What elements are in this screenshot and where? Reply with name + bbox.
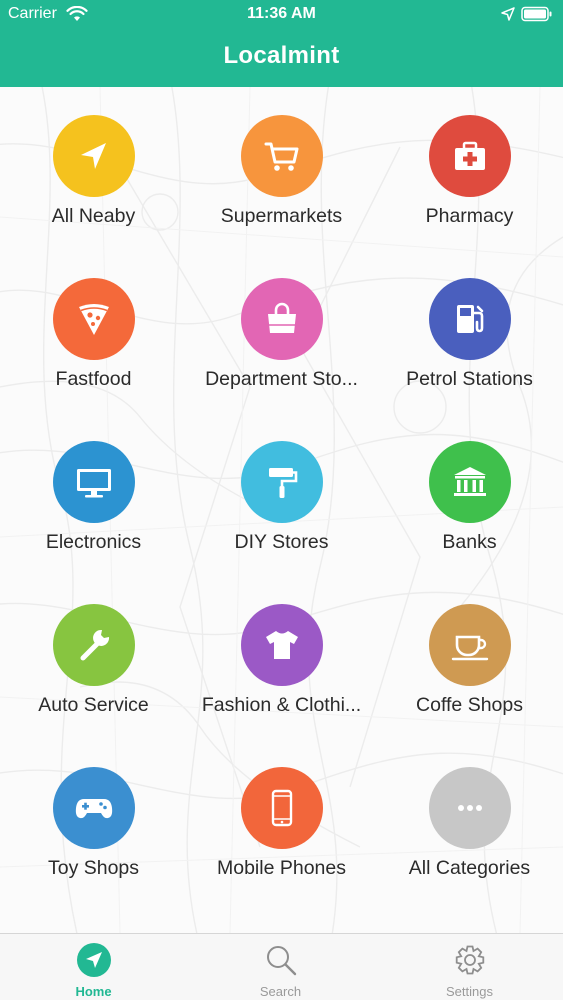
category-fashion-clothing[interactable]: Fashion & Clothi... xyxy=(187,600,376,763)
mobile-phone-icon xyxy=(271,789,292,827)
tab-bar: Home Search Settings xyxy=(0,933,563,1000)
category-fastfood[interactable]: Fastfood xyxy=(0,274,187,437)
tab-label: Home xyxy=(75,984,112,999)
category-icon-circle xyxy=(240,604,323,686)
category-icon-circle xyxy=(52,767,135,849)
category-label: Electronics xyxy=(45,531,142,553)
bank-building-icon xyxy=(453,467,486,496)
category-all-nearby[interactable]: All Neaby xyxy=(0,111,187,274)
category-icon-circle xyxy=(428,278,511,360)
category-label: Mobile Phones xyxy=(217,857,346,879)
category-icon-circle xyxy=(52,441,135,523)
app-screen: Carrier 11:36 AM Localmint All Neaby Sup… xyxy=(0,0,563,1000)
tab-home[interactable]: Home xyxy=(0,934,187,1000)
category-icon-circle xyxy=(240,441,323,523)
first-aid-kit-icon xyxy=(454,141,485,170)
category-pharmacy[interactable]: Pharmacy xyxy=(376,111,563,274)
category-grid: All Neaby Supermarkets Pharmacy Fastfood… xyxy=(0,111,563,926)
t-shirt-icon xyxy=(265,631,298,659)
category-label: DIY Stores xyxy=(234,531,329,553)
page-title: Localmint xyxy=(223,42,340,69)
tab-settings-icon-wrap xyxy=(452,942,488,978)
category-label: Pharmacy xyxy=(425,205,514,227)
category-label: Toy Shops xyxy=(47,857,140,879)
category-all-categories[interactable]: All Categories xyxy=(376,763,563,926)
category-toy-shops[interactable]: Toy Shops xyxy=(0,763,187,926)
search-icon xyxy=(266,946,296,976)
tab-label: Settings xyxy=(446,984,493,999)
category-label: Department Sto... xyxy=(205,368,358,390)
more-dots-icon xyxy=(457,805,482,811)
category-label: Auto Service xyxy=(38,694,149,716)
category-label: Fashion & Clothi... xyxy=(201,694,362,716)
navigation-header: Carrier 11:36 AM Localmint xyxy=(0,0,563,87)
category-icon-circle xyxy=(240,767,323,849)
gamepad-icon xyxy=(75,799,112,819)
category-label: Coffe Shops xyxy=(416,694,523,716)
category-auto-service[interactable]: Auto Service xyxy=(0,600,187,763)
tab-search[interactable]: Search xyxy=(187,934,374,1000)
tab-home-icon-wrap xyxy=(76,942,112,978)
navigation-arrow-icon xyxy=(76,943,111,977)
category-petrol-stations[interactable]: Petrol Stations xyxy=(376,274,563,437)
pizza-slice-icon xyxy=(78,304,109,335)
coffee-cup-icon xyxy=(451,635,488,661)
paint-roller-icon xyxy=(268,468,297,498)
category-diy-stores[interactable]: DIY Stores xyxy=(187,437,376,600)
battery-icon xyxy=(521,6,552,22)
category-icon-circle xyxy=(52,278,135,360)
category-department-stores[interactable]: Department Sto... xyxy=(187,274,376,437)
gear-icon xyxy=(455,945,484,975)
category-mobile-phones[interactable]: Mobile Phones xyxy=(187,763,376,926)
navigation-arrow-icon xyxy=(80,143,106,169)
category-icon-circle xyxy=(428,115,511,197)
category-label: Supermarkets xyxy=(220,205,343,227)
category-electronics[interactable]: Electronics xyxy=(0,437,187,600)
category-label: Petrol Stations xyxy=(406,368,533,390)
category-banks[interactable]: Banks xyxy=(376,437,563,600)
category-icon-circle xyxy=(428,767,511,849)
category-coffee-shops[interactable]: Coffe Shops xyxy=(376,600,563,763)
category-label: All Neaby xyxy=(51,205,136,227)
category-icon-circle xyxy=(240,115,323,197)
category-icon-circle xyxy=(52,115,135,197)
tab-search-icon-wrap xyxy=(263,942,299,978)
category-icon-circle xyxy=(52,604,135,686)
category-label: Banks xyxy=(442,531,497,553)
status-bar: Carrier 11:36 AM xyxy=(0,0,563,30)
category-grid-area: All Neaby Supermarkets Pharmacy Fastfood… xyxy=(0,87,563,933)
fuel-pump-icon xyxy=(456,305,483,333)
tab-label: Search xyxy=(259,984,302,999)
wrench-icon xyxy=(80,629,109,661)
category-icon-circle xyxy=(428,441,511,523)
status-time: 11:36 AM xyxy=(247,5,316,22)
location-services-icon xyxy=(501,7,515,21)
category-icon-circle xyxy=(428,604,511,686)
shopping-bag-icon xyxy=(267,302,296,333)
category-supermarkets[interactable]: Supermarkets xyxy=(187,111,376,274)
category-icon-circle xyxy=(240,278,323,360)
tab-settings[interactable]: Settings xyxy=(376,934,563,1000)
monitor-icon xyxy=(76,469,111,498)
category-label: Fastfood xyxy=(55,368,132,390)
category-label: All Categories xyxy=(408,857,531,879)
shopping-cart-icon xyxy=(264,142,298,171)
